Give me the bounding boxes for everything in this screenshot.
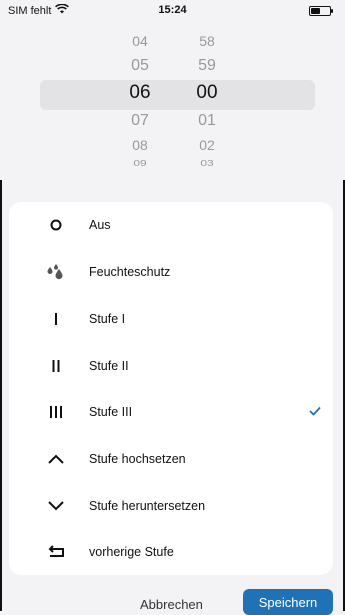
- option-row-stufe-hochsetzen[interactable]: Stufe hochsetzen: [9, 436, 333, 482]
- picker-value[interactable]: 00: [177, 82, 237, 104]
- option-label: Feuchteschutz: [89, 265, 171, 279]
- option-list: Aus Feuchteschutz Stufe I Stufe II Stufe III…: [9, 202, 333, 575]
- battery-icon: [309, 6, 333, 16]
- option-label: Aus: [89, 218, 111, 232]
- option-row-stufe-heruntersetzen[interactable]: Stufe heruntersetzen: [9, 483, 333, 529]
- option-label: Stufe II: [89, 359, 129, 373]
- picker-value[interactable]: 01: [177, 112, 237, 130]
- chevron-up-icon: [43, 436, 69, 482]
- option-row-stufe-i[interactable]: Stufe I: [9, 296, 333, 342]
- option-label: Stufe I: [89, 312, 126, 326]
- level-2-icon: [43, 343, 69, 389]
- picker-value[interactable]: 05: [110, 57, 170, 75]
- option-label: vorherige Stufe: [89, 545, 174, 559]
- picker-value[interactable]: 08: [110, 137, 170, 153]
- option-row-aus[interactable]: Aus: [9, 202, 333, 248]
- picker-value[interactable]: 02: [177, 137, 237, 153]
- picker-value[interactable]: 06: [110, 82, 170, 104]
- return-icon: [43, 529, 69, 575]
- picker-value[interactable]: 58: [177, 33, 237, 49]
- picker-value[interactable]: 07: [110, 112, 170, 130]
- option-label: Stufe hochsetzen: [89, 452, 186, 466]
- circle-icon: [43, 202, 69, 248]
- level-1-icon: [43, 296, 69, 342]
- battery-fill: [311, 8, 321, 14]
- chevron-down-icon: [43, 483, 69, 529]
- option-label: Stufe III: [89, 405, 133, 419]
- picker-value[interactable]: 03: [177, 158, 237, 168]
- save-button[interactable]: Speichern: [243, 589, 333, 615]
- option-row-vorherige-stufe[interactable]: vorherige Stufe: [9, 529, 333, 575]
- picker-value[interactable]: 04: [110, 33, 170, 49]
- status-time: 15:24: [158, 4, 187, 16]
- option-row-stufe-iii[interactable]: Stufe III: [9, 389, 333, 435]
- water-drops-icon: [43, 249, 69, 295]
- cancel-button[interactable]: Abbrechen: [140, 597, 203, 612]
- footer-actions: Abbrechen Speichern: [0, 585, 345, 615]
- option-label: Stufe heruntersetzen: [89, 499, 206, 513]
- status-bar: SIM fehlt 15:24: [0, 0, 345, 20]
- picker-value[interactable]: 59: [177, 57, 237, 75]
- option-row-stufe-ii[interactable]: Stufe II: [9, 343, 333, 389]
- level-3-icon: [43, 389, 69, 435]
- time-picker[interactable]: 04 05 06 07 08 09 58 59 00 01 02 03: [0, 20, 345, 175]
- checkmark-icon: [309, 403, 321, 421]
- option-row-feuchteschutz[interactable]: Feuchteschutz: [9, 249, 333, 295]
- picker-value[interactable]: 09: [110, 158, 170, 168]
- frame-border-left: [0, 180, 2, 611]
